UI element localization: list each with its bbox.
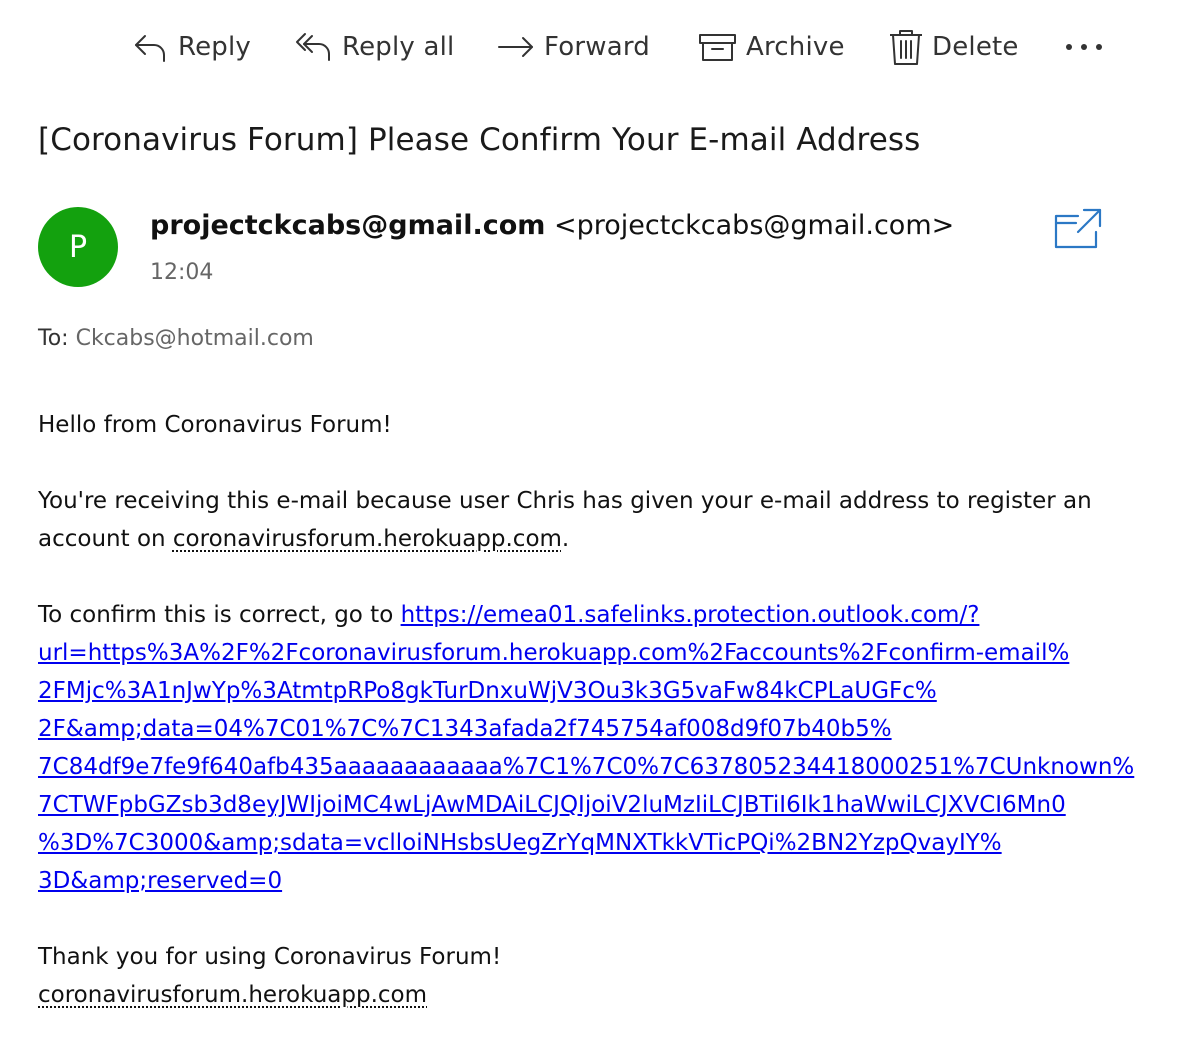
received-time: 12:04 [150,260,214,285]
confirm-link-line-5: 7CTWFpbGZsb3d8eyJWIjoiMC4wLjAwMDAiLCJQIj… [38,792,1066,818]
forward-arrow-icon [496,28,536,66]
confirm-link-line-3: 2F&amp;data=04%7C01%7C%7C1343afada2f7457… [38,716,892,742]
reply-all-button[interactable]: Reply all [294,22,454,72]
more-actions-button[interactable] [1060,22,1108,72]
archive-box-icon [698,28,738,66]
confirm-text: To confirm this is correct, go to [38,602,401,628]
open-in-new-window-icon [1052,208,1104,256]
message-toolbar: Reply Reply all Forward Archive Delete [0,22,1204,72]
confirm-link-line-4: 7C84df9e7fe9f640afb435aaaaaaaaaaaa%7C1%7… [38,754,1135,780]
closing-paragraph: Thank you for using Coronavirus Forum! c… [38,938,1178,1014]
email-body: Hello from Coronavirus Forum! You're rec… [38,406,1178,1014]
confirm-email-link[interactable]: https://emea01.safelinks.protection.outl… [38,602,1178,900]
greeting-text: Hello from Coronavirus Forum! [38,412,392,438]
sender-name: projectckcabs@gmail.com [150,210,546,241]
archive-label: Archive [746,32,845,62]
forward-button[interactable]: Forward [496,22,650,72]
reply-button[interactable]: Reply [132,22,251,72]
email-subject: [Coronavirus Forum] Please Confirm Your … [38,122,921,158]
confirm-link-line-2: 2FMjc%3A1nJwYp%3AtmtpRPo8gkTurDnxuWjV3Ou… [38,678,937,704]
delete-button[interactable]: Delete [888,22,1019,72]
confirm-paragraph: To confirm this is correct, go to https:… [38,596,1178,900]
confirm-link-line-6: %3D%7C3000&amp;sdata=vclloiNHsbsUegZrYqM… [38,830,1002,856]
archive-button[interactable]: Archive [698,22,845,72]
forward-label: Forward [544,32,650,62]
confirm-link-line-1: url=https%3A%2F%2Fcoronavirusforum.herok… [38,640,1070,666]
avatar-initial: P [68,229,88,265]
sender-avatar: P [38,207,118,287]
footer-domain-link[interactable]: coronavirusforum.herokuapp.com [38,982,427,1008]
recipient-line: To: Ckcabs@hotmail.com [38,326,314,351]
reply-all-label: Reply all [342,32,455,62]
forum-domain-link[interactable]: coronavirusforum.herokuapp.com [173,526,562,552]
sender-email: <projectckcabs@gmail.com> [553,210,955,241]
reply-label: Reply [178,32,252,62]
trash-can-icon [888,27,924,67]
thanks-text: Thank you for using Coronavirus Forum! [38,944,502,970]
confirm-link-line-7: 3D&amp;reserved=0 [38,868,283,894]
registration-paragraph: You're receiving this e-mail because use… [38,482,1178,558]
reply-all-arrow-icon [294,28,334,66]
to-label: To: [38,326,69,351]
more-dots-icon [1064,42,1104,52]
confirm-link-line-0: https://emea01.safelinks.protection.outl… [400,602,980,628]
recipient-address[interactable]: Ckcabs@hotmail.com [76,326,314,351]
delete-label: Delete [932,32,1019,62]
open-in-new-window-button[interactable] [1052,206,1104,252]
reply-arrow-icon [132,28,170,66]
sender-line: projectckcabs@gmail.com <projectckcabs@g… [150,210,954,241]
registration-period: . [561,526,570,552]
